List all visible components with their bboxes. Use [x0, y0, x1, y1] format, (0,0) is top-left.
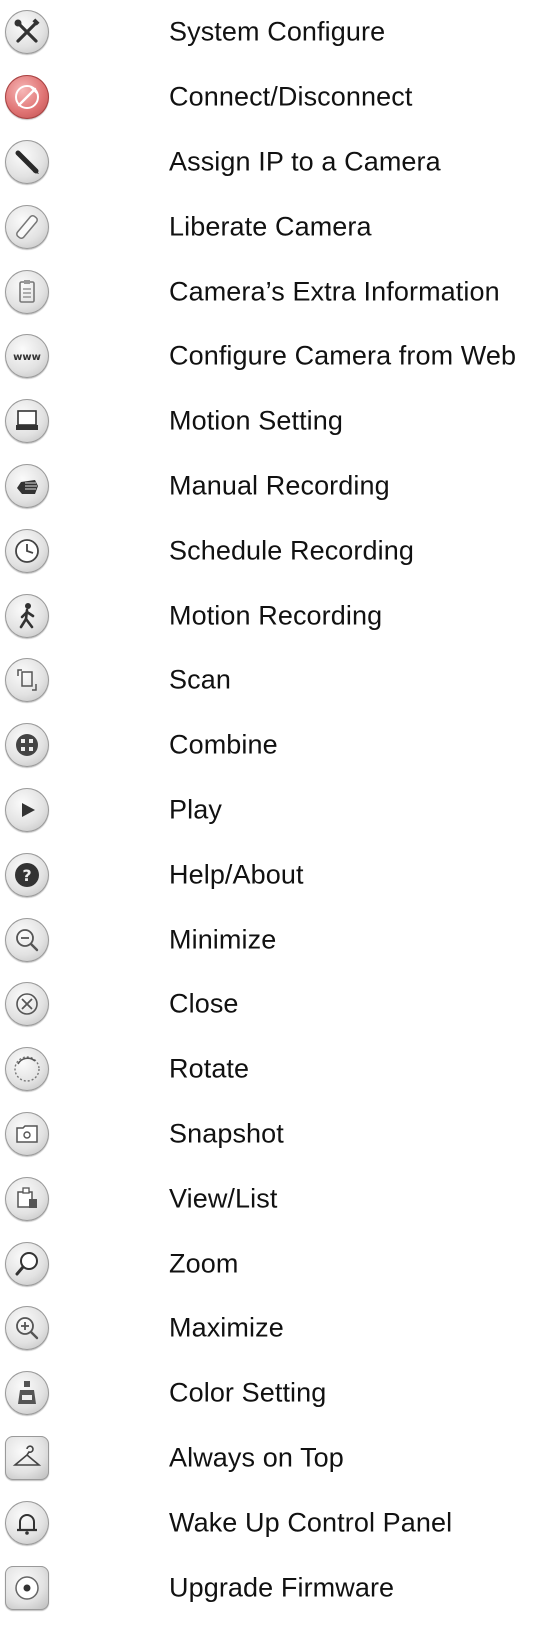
legend-row: Motion Setting — [0, 389, 551, 454]
legend-row: Manual Recording — [0, 454, 551, 519]
legend-row: View/List — [0, 1166, 551, 1231]
walking-person-icon[interactable] — [5, 593, 49, 638]
plug-icon[interactable] — [5, 75, 49, 120]
legend-label: Upgrade Firmware — [169, 1572, 395, 1603]
color-bottle-icon[interactable] — [5, 1371, 49, 1416]
clock-icon[interactable] — [5, 528, 49, 573]
zoom-out-icon[interactable] — [5, 917, 49, 962]
snapshot-icon[interactable] — [5, 1111, 49, 1156]
legend-row: Camera’s Extra Information — [0, 259, 551, 324]
legend-label: Snapshot — [169, 1118, 284, 1149]
legend-row: Rotate — [0, 1037, 551, 1102]
legend-row: Color Setting — [0, 1361, 551, 1426]
legend-label: Play — [169, 794, 222, 825]
legend-row: ? Help/About — [0, 842, 551, 907]
legend-label: Configure Camera from Web — [169, 340, 517, 371]
legend-row: Wake Up Control Panel — [0, 1490, 551, 1555]
combine-icon[interactable] — [5, 723, 49, 768]
legend-row: Close — [0, 972, 551, 1037]
legend-label: Camera’s Extra Information — [169, 276, 500, 307]
legend-row: Upgrade Firmware — [0, 1555, 551, 1620]
disc-icon[interactable] — [5, 1565, 49, 1610]
legend-row: Motion Recording — [0, 583, 551, 648]
svg-text:?: ? — [22, 866, 31, 885]
legend-label: Zoom — [169, 1248, 239, 1279]
legend-row: Connect/Disconnect — [0, 65, 551, 130]
help-icon[interactable]: ? — [5, 852, 49, 897]
legend-label: Maximize — [169, 1312, 284, 1343]
legend-label: Liberate Camera — [169, 211, 372, 242]
legend-label: Always on Top — [169, 1442, 344, 1473]
legend-label: Close — [169, 988, 239, 1019]
legend-label: Connect/Disconnect — [169, 81, 413, 112]
legend-row: Scan — [0, 648, 551, 713]
legend-row: Minimize — [0, 907, 551, 972]
legend-row: Maximize — [0, 1296, 551, 1361]
clipboard-icon[interactable] — [5, 269, 49, 314]
legend-row: Play — [0, 778, 551, 843]
pen-icon[interactable] — [5, 139, 49, 184]
view-list-icon[interactable] — [5, 1176, 49, 1221]
close-icon[interactable] — [5, 982, 49, 1027]
rotate-icon[interactable] — [5, 1047, 49, 1092]
legend-label: Help/About — [169, 859, 304, 890]
www-icon[interactable]: www — [5, 334, 49, 379]
legend-row: Assign IP to a Camera — [0, 130, 551, 195]
hanger-icon[interactable] — [5, 1435, 49, 1480]
legend-label: Rotate — [169, 1053, 250, 1084]
legend-label: Minimize — [169, 924, 277, 955]
legend-label: Motion Recording — [169, 600, 383, 631]
legend-row: Combine — [0, 713, 551, 778]
svg-text:www: www — [13, 352, 41, 363]
scan-icon[interactable] — [5, 658, 49, 703]
legend-label: System Configure — [169, 16, 386, 47]
legend-label: Motion Setting — [169, 405, 343, 436]
bell-icon[interactable] — [5, 1500, 49, 1545]
legend-row: Zoom — [0, 1231, 551, 1296]
legend-row: Liberate Camera — [0, 194, 551, 259]
hand-icon[interactable] — [5, 463, 49, 508]
play-icon[interactable] — [5, 787, 49, 832]
legend-label: Schedule Recording — [169, 535, 414, 566]
zoom-in-icon[interactable] — [5, 1306, 49, 1351]
legend-row: Schedule Recording — [0, 518, 551, 583]
tools-icon[interactable] — [5, 10, 49, 55]
eraser-icon[interactable] — [5, 204, 49, 249]
legend-label: Assign IP to a Camera — [169, 146, 441, 177]
monitor-icon[interactable] — [5, 399, 49, 444]
legend-label: View/List — [169, 1183, 278, 1214]
legend-label: Combine — [169, 729, 278, 760]
legend-label: Manual Recording — [169, 470, 390, 501]
legend-row: System Configure — [0, 0, 551, 65]
legend-row: Always on Top — [0, 1426, 551, 1491]
legend-row: www Configure Camera from Web — [0, 324, 551, 389]
legend-label: Wake Up Control Panel — [169, 1507, 453, 1538]
legend-label: Color Setting — [169, 1377, 327, 1408]
legend-label: Scan — [169, 664, 231, 695]
legend-row: Snapshot — [0, 1102, 551, 1167]
magnifier-icon[interactable] — [5, 1241, 49, 1286]
